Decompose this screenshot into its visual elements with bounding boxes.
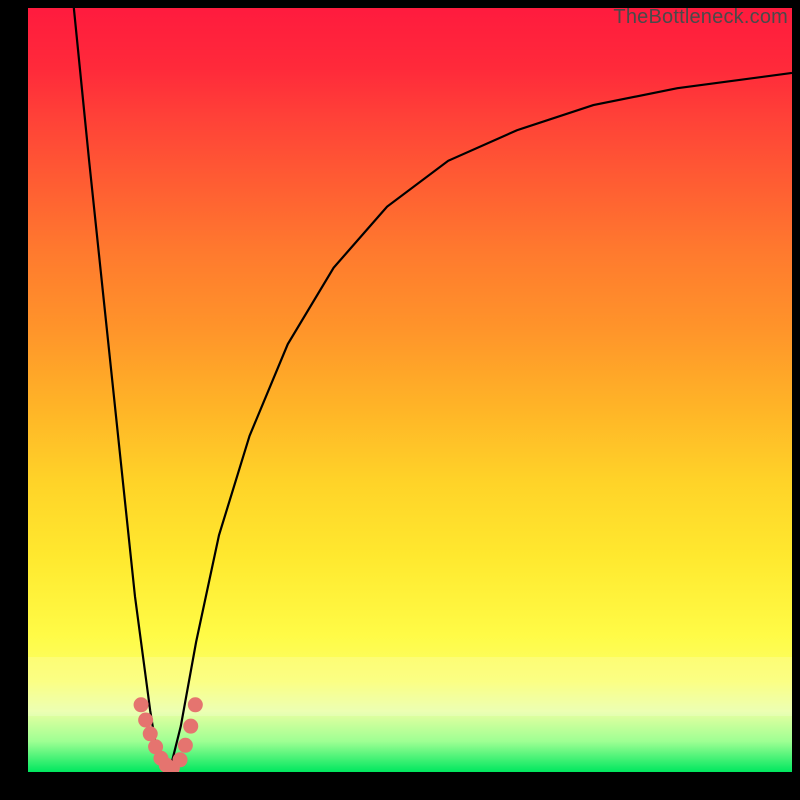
marker-dot: [183, 719, 198, 734]
curve-right-branch: [169, 73, 792, 772]
marker-dot: [134, 697, 149, 712]
marker-dot: [173, 752, 188, 767]
plot-area: [28, 8, 792, 772]
curve-left-branch: [74, 8, 170, 772]
chart-frame: TheBottleneck.com: [0, 0, 800, 800]
watermark-text: TheBottleneck.com: [613, 6, 788, 29]
marker-dot: [188, 697, 203, 712]
marker-dot: [178, 738, 193, 753]
marker-dot: [143, 726, 158, 741]
marker-dot: [138, 713, 153, 728]
marker-group-bottom-dots: [134, 697, 203, 772]
curves-svg: [28, 8, 792, 772]
